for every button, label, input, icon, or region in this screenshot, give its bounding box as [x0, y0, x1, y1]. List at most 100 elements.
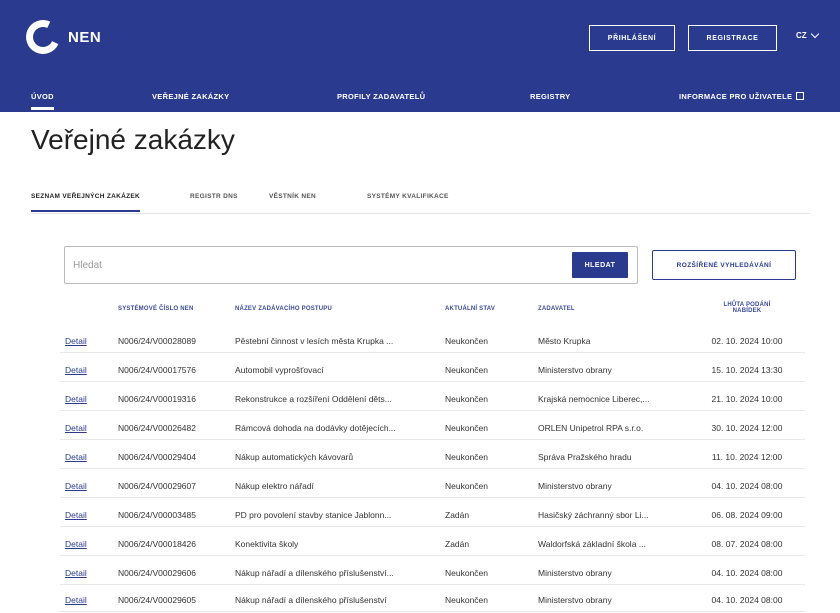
detail-link[interactable]: Detail [65, 452, 87, 462]
nav-item-profily-zadavatelu[interactable]: PROFILY ZADAVATELŮ [337, 92, 425, 101]
detail-link[interactable]: Detail [65, 423, 87, 433]
header-deadline: LHŮTA PODÁNÍ NABÍDEK [691, 302, 803, 314]
external-link-icon [796, 92, 805, 100]
cell-number: N006/24/V00017576 [118, 365, 196, 375]
detail-link[interactable]: Detail [65, 539, 87, 549]
cell-authority: ORLEN Unipetrol RPA s.r.o. [538, 423, 644, 433]
register-button[interactable]: REGISTRACE [688, 25, 777, 51]
detail-link[interactable]: Detail [65, 481, 87, 491]
table-row: Detail N006/24/V00017576 Automobil vypro… [60, 356, 805, 382]
cell-number: N006/24/V00028089 [118, 336, 196, 346]
tab-vestnik-nen[interactable]: VĚSTNÍK NEN [269, 193, 316, 200]
cell-deadline: 30. 10. 2024 12:00 [711, 423, 783, 433]
tab-systemy-kvalifikace[interactable]: SYSTÉMY KVALIFIKACE [367, 193, 449, 200]
cell-number: N006/24/V00029606 [118, 568, 196, 578]
cell-state: Neukončen [445, 365, 489, 375]
cell-deadline: 11. 10. 2024 12:00 [711, 452, 783, 462]
header-name: NÁZEV ZADÁVACÍHO POSTUPU [235, 306, 333, 312]
language-label: CZ [796, 31, 807, 40]
cell-authority: Hasičský záchranný sbor Li... [538, 510, 649, 520]
cell-name: Nákup nářadí a dílenského příslušenství.… [235, 568, 394, 578]
detail-link[interactable]: Detail [65, 595, 87, 605]
nav-item-uvod[interactable]: ÚVOD [31, 92, 54, 110]
cell-authority: Ministerstvo obrany [538, 365, 612, 375]
search-box [64, 246, 638, 284]
cell-authority: Krajská nemocnice Liberec,... [538, 394, 650, 404]
detail-link[interactable]: Detail [65, 394, 87, 404]
cell-number: N006/24/V00019316 [118, 394, 196, 404]
language-selector[interactable]: CZ [796, 29, 819, 40]
page-title: Veřejné zakázky [31, 124, 235, 155]
cell-name: Rekonstrukce a rozšíření Oddělení děts..… [235, 394, 392, 404]
cell-name: Rámcová dohoda na dodávky dotějecích... [235, 423, 396, 433]
table-row: Detail N006/24/V00029605 Nákup nářadí a … [60, 586, 805, 612]
nav-item-informace-pro-uzivatele[interactable]: INFORMACE PRO UŽIVATELE [679, 92, 805, 101]
table-row: Detail N006/24/V00026482 Rámcová dohoda … [60, 414, 805, 440]
cell-name: Konektivita školy [235, 539, 299, 549]
nav-item-verejne-zakazky[interactable]: VEŘEJNÉ ZAKÁZKY [152, 92, 229, 101]
cell-number: N006/24/V00003485 [118, 510, 196, 520]
cell-name: Pěstební činnost v lesích města Krupka .… [235, 336, 394, 346]
nav-item-label: INFORMACE PRO UŽIVATELE [679, 92, 793, 101]
cell-number: N006/24/V00026482 [118, 423, 196, 433]
cell-authority: Správa Pražského hradu [538, 452, 632, 462]
cell-state: Neukončen [445, 481, 489, 491]
header-state: AKTUÁLNÍ STAV [445, 306, 496, 312]
cell-state: Neukončen [445, 568, 489, 578]
detail-link[interactable]: Detail [65, 510, 87, 520]
header-deadline-line2: NABÍDEK [732, 308, 762, 314]
chevron-down-icon [810, 29, 819, 39]
cell-deadline: 15. 10. 2024 13:30 [711, 365, 783, 375]
header-authority: ZADAVATEL [538, 306, 575, 312]
cell-authority: Město Krupka [538, 336, 591, 346]
header-number: SYSTÉMOVÉ ČÍSLO NEN [118, 306, 194, 312]
cell-authority: Ministerstvo obrany [538, 481, 612, 491]
cell-number: N006/24/V00029404 [118, 452, 196, 462]
cell-state: Neukončen [445, 595, 489, 605]
detail-link[interactable]: Detail [65, 365, 87, 375]
cell-authority: Waldorfská základní škola ... [538, 539, 646, 549]
logo-text: NEN [68, 28, 102, 46]
site-header: NEN PŘIHLÁŠENÍ REGISTRACE CZ ÚVOD VEŘEJN… [0, 0, 840, 112]
table-row: Detail N006/24/V00029607 Nákup elektro n… [60, 472, 805, 498]
cell-name: PD pro povolení stavby stanice Jablonn..… [235, 510, 392, 520]
cell-deadline: 08. 07. 2024 08:00 [711, 539, 783, 549]
nav-item-registry[interactable]: REGISTRY [530, 92, 570, 101]
cell-number: N006/24/V00029607 [118, 481, 196, 491]
cell-number: N006/24/V00029605 [118, 595, 196, 605]
search-button[interactable]: HLEDAT [572, 252, 628, 278]
cell-state: Zadán [445, 510, 470, 520]
login-button[interactable]: PŘIHLÁŠENÍ [589, 25, 675, 51]
cell-state: Zadán [445, 539, 470, 549]
cell-state: Neukončen [445, 336, 489, 346]
cell-number: N006/24/V00018426 [118, 539, 196, 549]
tab-seznam-verejnych-zakazek[interactable]: SEZNAM VEŘEJNÝCH ZAKÁZEK [31, 193, 141, 212]
cell-deadline: 06. 08. 2024 09:00 [711, 510, 783, 520]
cell-deadline: 21. 10. 2024 10:00 [711, 394, 783, 404]
table-row: Detail N006/24/V00029404 Nákup automatic… [60, 443, 805, 469]
detail-link[interactable]: Detail [65, 568, 87, 578]
cell-state: Neukončen [445, 394, 489, 404]
cell-name: Nákup automatických kávovarů [235, 452, 354, 462]
logo-ring-icon [21, 15, 65, 59]
main-nav: ÚVOD VEŘEJNÉ ZAKÁZKY PROFILY ZADAVATELŮ … [0, 84, 840, 112]
cell-name: Automobil vyprošťovací [235, 365, 324, 375]
search-input[interactable] [73, 255, 553, 275]
detail-link[interactable]: Detail [65, 336, 87, 346]
cell-deadline: 02. 10. 2024 10:00 [711, 336, 783, 346]
table-row: Detail N006/24/V00018426 Konektivita ško… [60, 530, 805, 556]
cell-deadline: 04. 10. 2024 08:00 [711, 595, 783, 605]
table-row: Detail N006/24/V00003485 PD pro povolení… [60, 501, 805, 527]
table-row: Detail N006/24/V00019316 Rekonstrukce a … [60, 385, 805, 411]
cell-authority: Ministerstvo obrany [538, 568, 612, 578]
cell-deadline: 04. 10. 2024 08:00 [711, 481, 783, 491]
cell-state: Neukončen [445, 423, 489, 433]
cell-deadline: 04. 10. 2024 08:00 [711, 568, 783, 578]
cell-state: Neukončen [445, 452, 489, 462]
tab-bar: SEZNAM VEŘEJNÝCH ZAKÁZEK REGISTR DNS VĚS… [31, 190, 810, 214]
table-row: Detail N006/24/V00029606 Nákup nářadí a … [60, 559, 805, 585]
advanced-search-button[interactable]: ROZŠÍŘENÉ VYHLEDÁVÁNÍ [652, 250, 796, 280]
nen-logo[interactable]: NEN [21, 15, 102, 59]
tab-registr-dns[interactable]: REGISTR DNS [190, 193, 238, 200]
cell-name: Nákup elektro nářadí [235, 481, 314, 491]
